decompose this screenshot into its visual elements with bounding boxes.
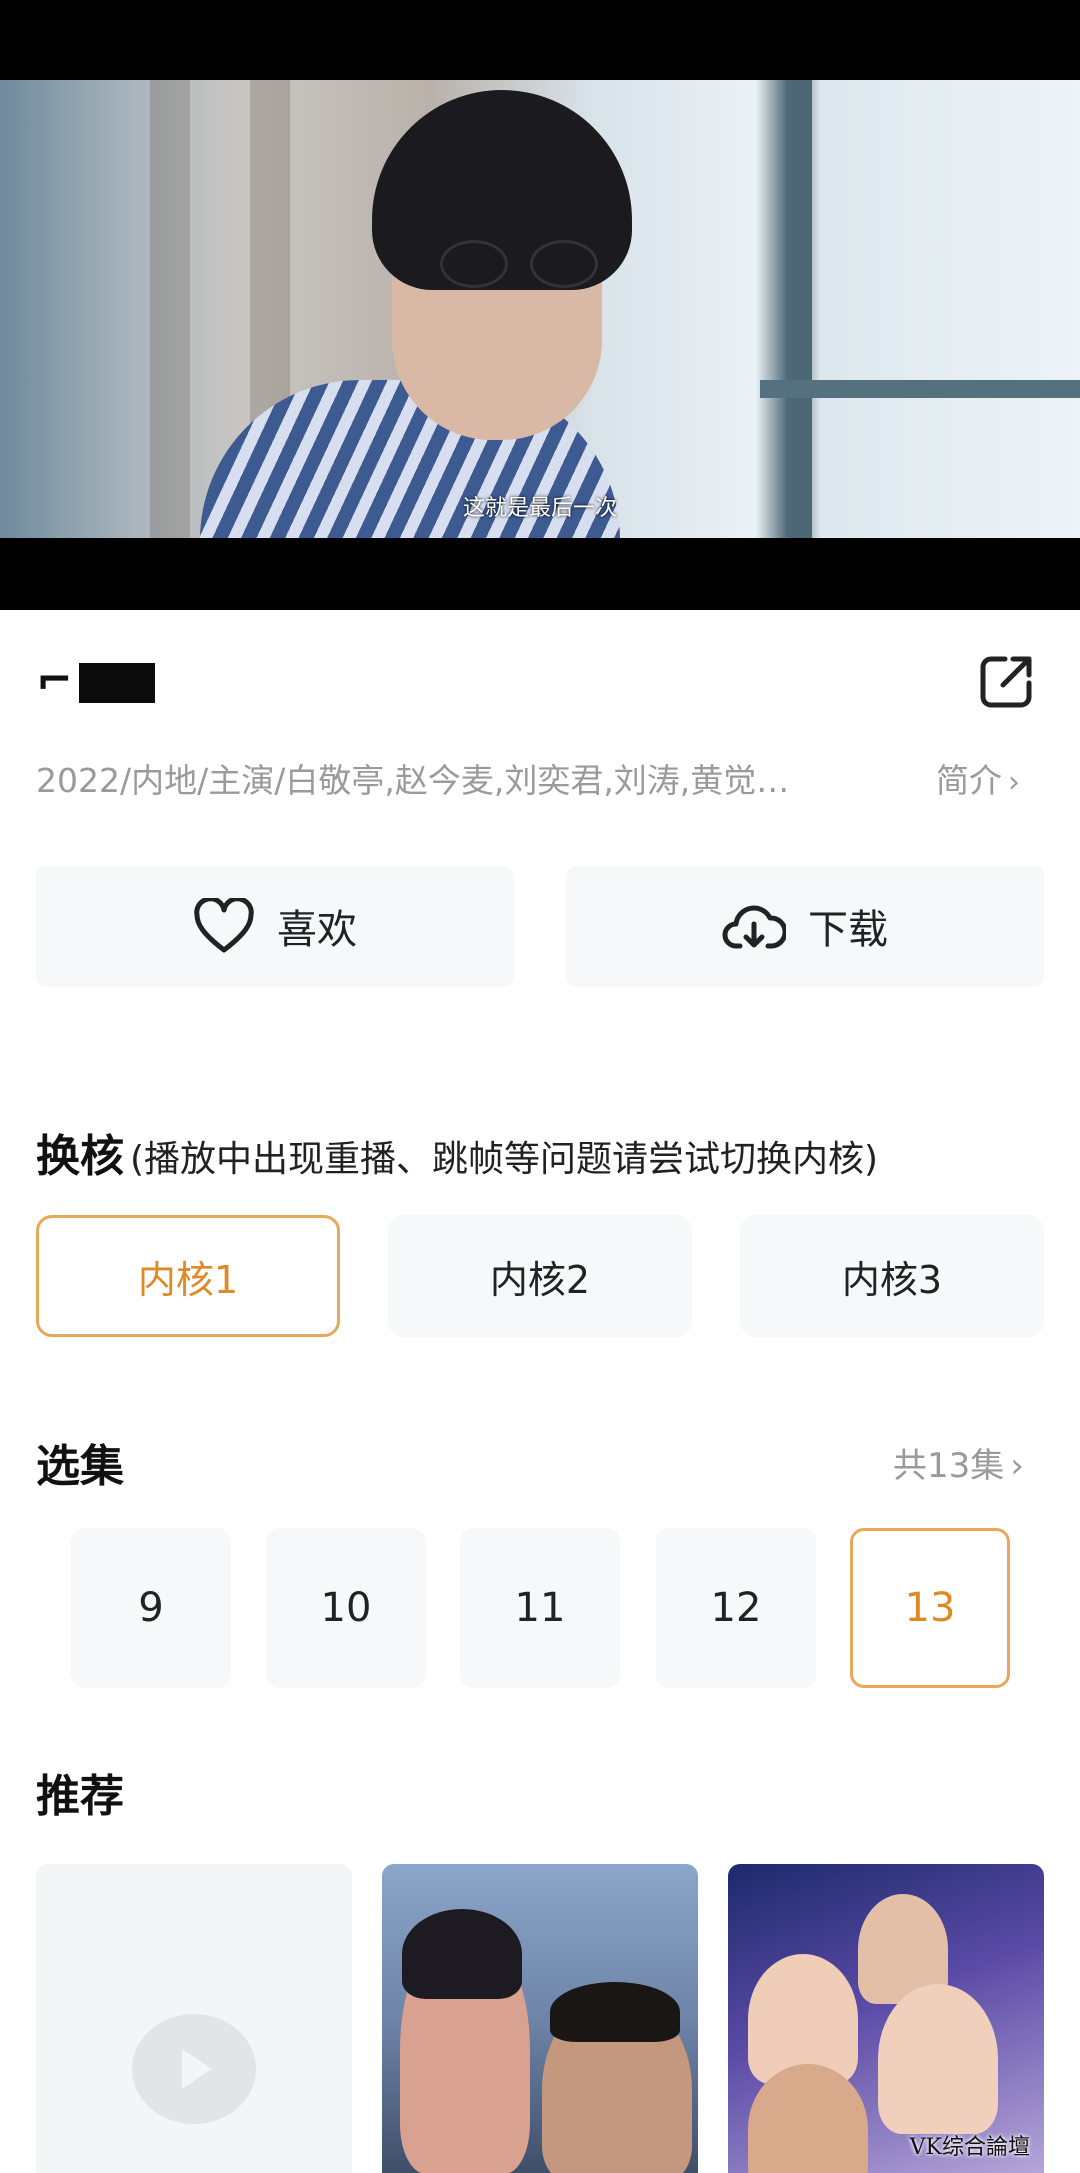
- heart-outline-icon: [194, 898, 254, 953]
- placeholder-logo-icon: [132, 2014, 256, 2124]
- episode-count-link[interactable]: 共13集 ›: [893, 1438, 1024, 1487]
- episodes-title: 选集: [36, 1441, 124, 1492]
- watermark: VK综合論壇: [909, 2135, 1030, 2160]
- core-option-3[interactable]: 内核3: [740, 1215, 1044, 1337]
- video-subtitle: 这就是最后一次: [462, 496, 617, 521]
- core-hint: (播放中出现重播、跳帧等问题请尝试切换内核): [130, 1139, 879, 1180]
- core-section-title: 换核 (播放中出现重播、跳帧等问题请尝试切换内核): [36, 1120, 878, 1184]
- share-button[interactable]: [977, 651, 1037, 711]
- video-title-text: ⌐: [36, 655, 75, 706]
- recommend-card[interactable]: VK综合論壇: [728, 1864, 1044, 2173]
- glasses-lens-left: [440, 240, 508, 288]
- core-title: 换核: [36, 1131, 124, 1182]
- window-sill: [760, 380, 1080, 398]
- video-title: ⌐: [36, 655, 155, 706]
- title-redaction: [78, 663, 155, 703]
- episode-item[interactable]: 10: [266, 1528, 426, 1688]
- poster-figure-hair: [402, 1909, 522, 1999]
- share-external-icon: [980, 656, 1032, 708]
- episode-count: 共13集: [893, 1446, 1005, 1486]
- recommend-card[interactable]: [382, 1864, 698, 2173]
- core-option-2[interactable]: 内核2: [388, 1215, 692, 1337]
- curtain-stripe: [150, 80, 190, 538]
- video-frame: [0, 80, 1080, 538]
- video-meta: 2022/内地/主演/白敬亭,赵今麦,刘奕君,刘涛,黄觉…: [36, 761, 790, 800]
- chevron-right-icon: ›: [1010, 1446, 1024, 1486]
- recommend-card[interactable]: [36, 1864, 352, 2173]
- download-button[interactable]: 下载: [566, 866, 1044, 986]
- intro-link[interactable]: 简介 ›: [936, 754, 1020, 802]
- episode-item[interactable]: 11: [460, 1528, 620, 1688]
- like-button[interactable]: 喜欢: [36, 866, 514, 986]
- episode-item-selected[interactable]: 13: [850, 1528, 1010, 1688]
- glasses-lens-right: [530, 240, 598, 288]
- poster-figure-hair: [550, 1982, 680, 2042]
- download-label: 下载: [808, 907, 888, 953]
- intro-label: 简介: [936, 761, 1002, 800]
- recommend-title: 推荐: [36, 1771, 124, 1822]
- episode-item[interactable]: 12: [656, 1528, 816, 1688]
- chevron-right-icon: ›: [1008, 765, 1020, 800]
- poster-figure: [878, 1984, 998, 2134]
- core-option-1[interactable]: 内核1: [36, 1215, 340, 1337]
- episode-item[interactable]: 9: [71, 1528, 231, 1688]
- window-frame: [790, 80, 812, 538]
- like-label: 喜欢: [277, 907, 357, 953]
- video-player[interactable]: 这就是最后一次: [0, 0, 1080, 610]
- cloud-download-icon: [722, 905, 786, 949]
